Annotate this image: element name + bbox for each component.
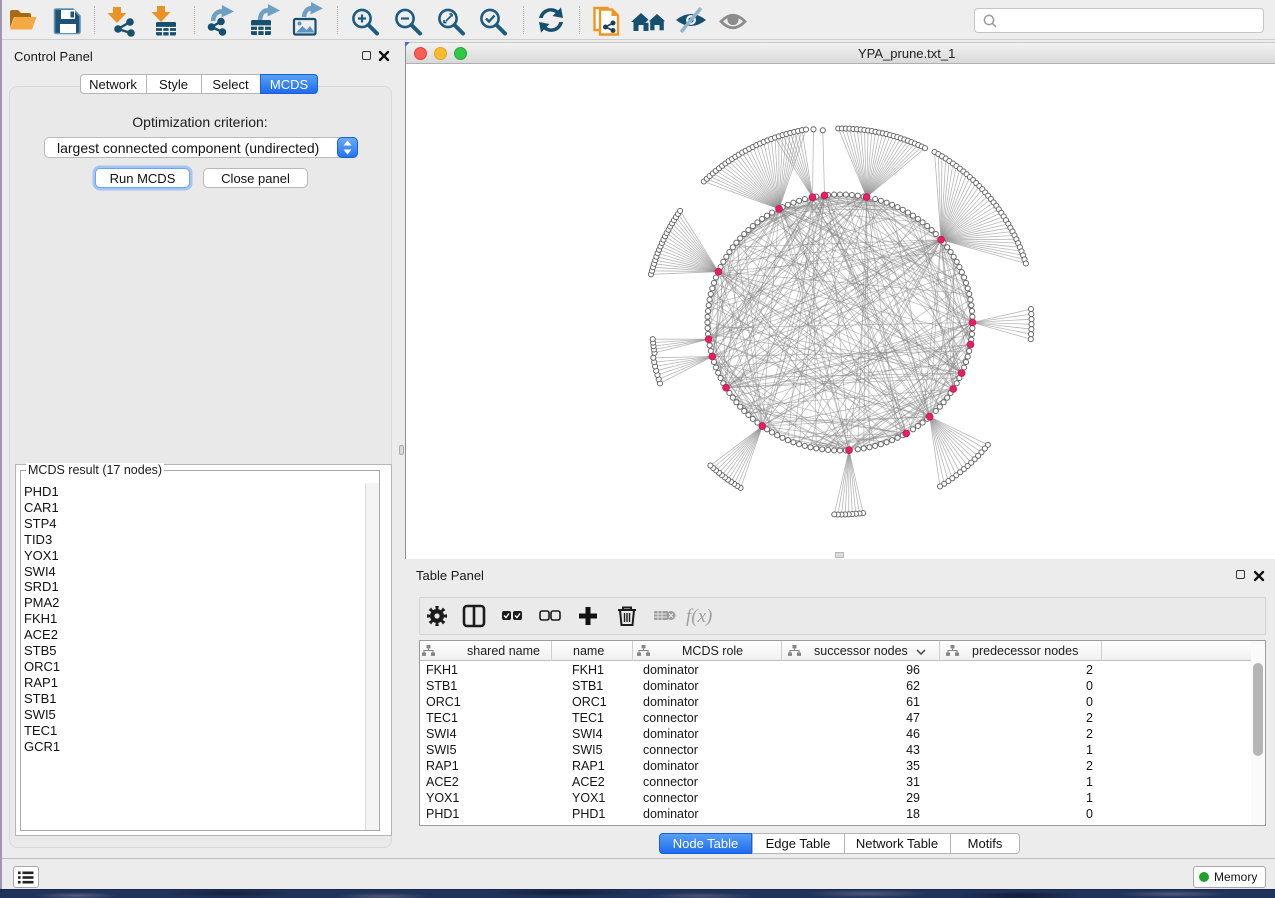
svg-text:f(x): f(x) [686,606,712,627]
